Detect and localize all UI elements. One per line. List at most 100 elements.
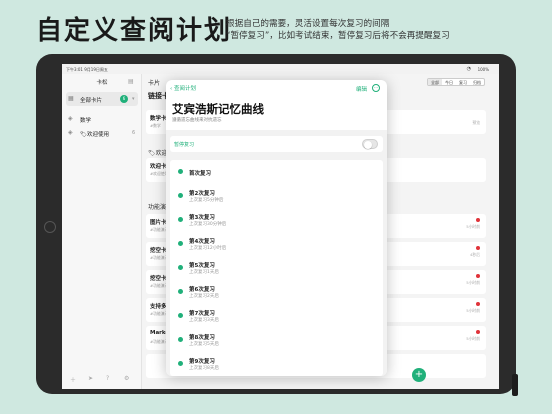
sidebar-toggle-icon[interactable]: ▤ [128, 78, 134, 85]
step-dot-icon [178, 361, 183, 366]
card-time: 5小时前 [466, 308, 480, 313]
card-time: 预览 [472, 120, 480, 125]
help-icon[interactable]: ? [106, 375, 109, 382]
step-dot-icon [178, 265, 183, 270]
step-name: 第2次复习 [189, 191, 215, 197]
review-step[interactable]: 第4次复习 上次复习12小时后 [170, 232, 383, 256]
status-time: 下午3:01 9月19日周五 [66, 67, 108, 72]
plan-description: 遵循遗忘曲线来对抗遗忘 [172, 118, 222, 123]
promo-desc-line-2: “暂停复习”，比如考试结束，暂停复习后将不会再提醒复习 [226, 31, 450, 41]
step-dot-icon [178, 289, 183, 294]
filter-today[interactable]: 今日 [442, 79, 456, 85]
step-interval: 上次复习8天后 [189, 366, 219, 371]
card-title: 欢迎卡 [150, 164, 167, 170]
back-label: 查阅计划 [173, 86, 196, 92]
pause-review-toggle[interactable] [362, 139, 378, 149]
step-interval: 上次复习5分钟后 [189, 198, 224, 203]
step-interval: 上次复习30分钟后 [189, 222, 227, 227]
step-name: 第7次复习 [189, 311, 215, 317]
count-badge: 6 [120, 95, 128, 103]
plan-title: 艾宾浩斯记忆曲线 [172, 102, 264, 116]
due-indicator [476, 302, 480, 306]
filter-review[interactable]: 复习 [456, 79, 470, 85]
chevron-left-icon: ‹ [170, 86, 173, 92]
step-interval: 上次复习12小时后 [189, 246, 227, 251]
edit-button[interactable]: 编辑 [356, 85, 367, 93]
due-indicator [476, 246, 480, 250]
sheet-body: 暂停复习 首次复习 第2次复习 上次复习5分钟后 第3次复习 上次复习30分钟后… [166, 130, 387, 376]
step-interval: 上次复习3天后 [189, 318, 219, 323]
step-dot-icon [178, 217, 183, 222]
card-time: 5小时前 [466, 224, 480, 229]
settings-icon[interactable]: ⚙ [124, 375, 129, 382]
card-title: 数学卡 [150, 116, 167, 122]
review-step[interactable]: 首次复习 [170, 160, 383, 184]
filter-all[interactable]: 全部 [428, 79, 442, 85]
sidebar-item-label: 🏷欢迎使用 [80, 132, 109, 138]
add-icon[interactable]: ＋ [70, 375, 76, 384]
step-name: 首次复习 [189, 171, 212, 177]
filter-segmented-control: 全部 今日 复习 归档 [427, 78, 485, 86]
sidebar-item-welcome[interactable]: ◈ 🏷欢迎使用 6 [66, 126, 138, 140]
review-step[interactable]: 第9次复习 上次复习8天后 [170, 352, 383, 376]
review-step[interactable]: 第3次复习 上次复习30分钟后 [170, 208, 383, 232]
card-title: 图片卡 [150, 220, 167, 226]
toggle-knob [364, 141, 372, 149]
step-interval: 上次复习2天后 [189, 294, 219, 299]
wifi-icon: ◔ [466, 66, 471, 72]
step-dot-icon [178, 337, 183, 342]
review-step[interactable]: 第8次复习 上次复习5天后 [170, 328, 383, 352]
sidebar-item-label: 数学 [80, 118, 92, 124]
sidebar-item-label: 全部卡片 [80, 98, 103, 104]
step-interval: 上次复习5天后 [189, 342, 219, 347]
promo-description: 根据自己的需要，灵活设置每次复习的间隔 “暂停复习”，比如考试结束，暂停复习后将… [226, 18, 526, 42]
due-indicator [476, 218, 480, 222]
pause-review-row: 暂停复习 [170, 136, 383, 152]
send-icon[interactable]: ➤ [88, 375, 93, 382]
due-indicator [476, 330, 480, 334]
step-name: 第6次复习 [189, 287, 215, 293]
home-button [44, 221, 56, 233]
sheet-navbar: ‹ 查阅计划 编辑 ··· [166, 80, 387, 96]
step-name: 第5次复习 [189, 263, 215, 269]
chevron-icon: ▾ [132, 96, 135, 102]
review-step[interactable]: 第7次复习 上次复习3天后 [170, 304, 383, 328]
card-time: 4秒后 [469, 252, 480, 257]
review-step[interactable]: 第2次复习 上次复习5分钟后 [170, 184, 383, 208]
more-icon[interactable]: ··· [372, 84, 380, 92]
card-title: 支持多 [150, 304, 167, 310]
step-name: 第4次复习 [189, 239, 215, 245]
pencil-icon [512, 374, 518, 396]
item-count: 6 [132, 130, 136, 136]
battery-level: 100% [477, 67, 489, 72]
step-name: 第3次复习 [189, 215, 215, 221]
card-title: 挖空卡 [150, 276, 167, 282]
filter-archive[interactable]: 归档 [470, 79, 484, 85]
sidebar-item-all-cards[interactable]: ▦ 全部卡片 6 ▾ [66, 92, 138, 106]
step-name: 第9次复习 [189, 359, 215, 365]
sidebar-toolbar: ＋ ➤ ? ⚙ [62, 373, 142, 385]
sidebar-item-math[interactable]: ◈ 数学 [66, 112, 138, 126]
step-dot-icon [178, 193, 183, 198]
back-button[interactable]: ‹ 查阅计划 [170, 84, 196, 92]
review-step[interactable]: 第5次复习 上次复习1天后 [170, 256, 383, 280]
card-title: 挖空卡 [150, 248, 167, 254]
review-steps-list: 首次复习 第2次复习 上次复习5分钟后 第3次复习 上次复习30分钟后 第4次复… [170, 160, 383, 376]
list-header: 卡片 [148, 80, 161, 87]
step-name: 第8次复习 [189, 335, 215, 341]
review-step[interactable]: 第6次复习 上次复习2天后 [170, 280, 383, 304]
sidebar: 卡松 ▤ ▦ 全部卡片 6 ▾ ◈ 数学 ◈ 🏷欢迎使用 6 ＋ ➤ ? ⚙ [62, 74, 142, 389]
review-plan-sheet: ‹ 查阅计划 编辑 ··· 艾宾浩斯记忆曲线 遵循遗忘曲线来对抗遗忘 暂停复习 … [166, 80, 387, 376]
status-bar: 下午3:01 9月19日周五 ◔ 100% [62, 64, 499, 74]
step-dot-icon [178, 313, 183, 318]
step-interval: 上次复习1天后 [189, 270, 219, 275]
pause-review-label: 暂停复习 [174, 142, 195, 148]
step-dot-icon [178, 169, 183, 174]
tag-icon: ◈ [68, 115, 73, 122]
promo-title: 自定义查阅计划 [36, 16, 233, 46]
promo-desc-line-1: 根据自己的需要，灵活设置每次复习的间隔 [226, 19, 390, 29]
tag-icon: ◈ [68, 129, 73, 136]
add-card-button[interactable]: + [412, 368, 426, 382]
due-indicator [476, 274, 480, 278]
step-dot-icon [178, 241, 183, 246]
